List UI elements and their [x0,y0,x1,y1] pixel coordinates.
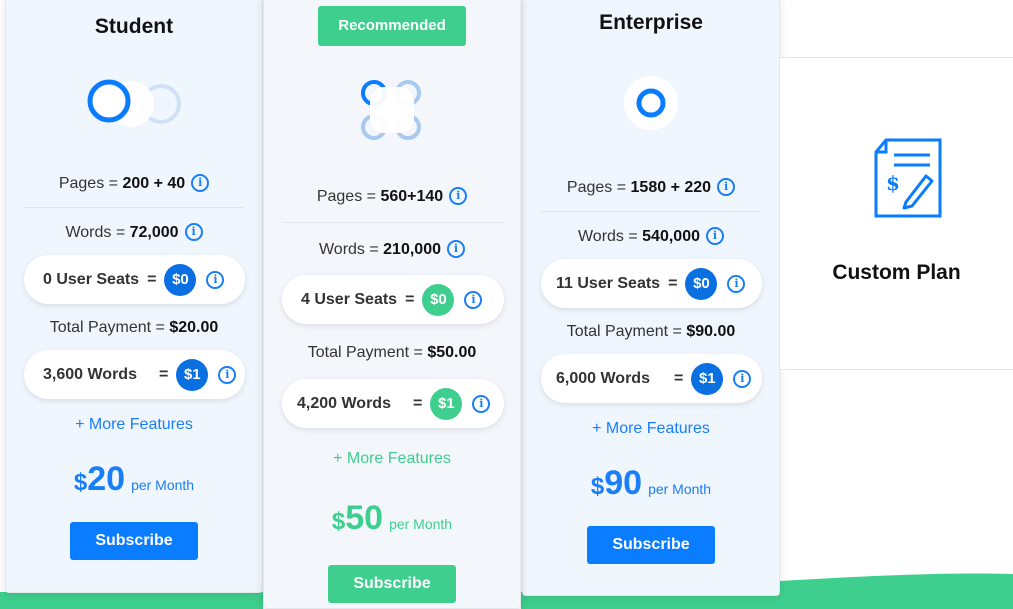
user-seats-label: 11 User Seats [556,274,661,292]
words-row: Words = 540,000 i [523,227,779,246]
words-value: 210,000 [383,241,441,258]
total-payment-row: Total Payment = $50.00 [264,344,520,362]
words-label: Words = [65,224,130,241]
equals-sign: = [405,290,415,308]
words-addon-price-badge: $1 [430,387,463,420]
info-icon[interactable]: i [717,178,736,196]
more-features-link[interactable]: + More Features [523,420,779,438]
info-icon[interactable]: i [449,187,468,205]
price-period: per Month [648,481,712,497]
price-amount: 20 [87,460,126,498]
pages-label: Pages = [566,179,631,196]
user-seats-pill[interactable]: 0 User Seats = $0 i [24,255,245,304]
info-icon[interactable]: i [191,174,210,192]
two-circles-icon [87,79,181,127]
plan-title: Student [94,15,174,38]
currency-symbol: $ [73,469,88,496]
words-row: Words = 72,000 i [6,223,262,242]
words-addon-price-badge: $1 [176,358,209,391]
total-label: Total Payment = [566,323,687,340]
price-period: per Month [131,477,195,493]
info-icon[interactable]: i [706,227,724,245]
divider [541,211,761,212]
price-amount: 90 [604,464,643,502]
pages-row: Pages = 200 + 40 i [6,174,262,193]
info-icon[interactable]: i [727,274,746,293]
total-value: $90.00 [686,323,736,340]
more-features-link[interactable]: + More Features [6,416,262,434]
equals-sign: = [147,270,157,288]
svg-text:$: $ [886,171,900,195]
price-amount: 50 [345,499,384,537]
plan-title: Enterprise [599,11,703,34]
words-addon-label: 3,600 Words [43,365,137,383]
subscribe-button[interactable]: Subscribe [587,526,715,564]
total-label: Total Payment = [307,344,428,361]
divider [24,207,244,208]
info-icon[interactable]: i [472,394,491,413]
words-addon-label: 6,000 Words [556,369,650,387]
words-value: 540,000 [642,228,700,245]
pages-value: 560+140 [380,188,444,205]
seats-price-badge: $0 [685,267,718,300]
plan-card-student: Student Pages = 200 + 40 i Words = 72,000… [5,0,263,593]
equals-sign: = [158,365,169,383]
info-icon[interactable]: i [184,223,203,241]
price-period: per Month [389,516,453,532]
info-icon[interactable]: i [733,369,752,388]
total-payment-row: Total Payment = $20.00 [6,319,262,337]
words-addon-price-badge: $1 [691,362,724,395]
info-icon[interactable]: i [447,240,465,258]
equals-sign: = [673,369,684,387]
info-icon[interactable]: i [206,270,225,289]
pages-value: 200 + 40 [122,175,186,192]
words-addon-pill[interactable]: 6,000 Words = $1 i [541,354,762,403]
currency-symbol: $ [331,508,346,535]
pages-row: Pages = 560+140 i [264,187,520,206]
words-row: Words = 210,000 i [264,240,520,259]
pages-label: Pages = [316,188,381,205]
custom-plan-title: Custom Plan [832,261,961,284]
equals-sign: = [668,274,678,292]
pages-value: 1580 + 220 [630,179,712,196]
pages-row: Pages = 1580 + 220 i [523,178,779,197]
total-label: Total Payment = [49,319,170,336]
words-label: Words = [577,228,643,245]
price: $50 per Month [264,499,520,538]
total-payment-row: Total Payment = $90.00 [523,323,779,341]
price: $20 per Month [6,460,262,499]
seats-price-badge: $0 [164,263,197,296]
plan-card-enterprise: Enterprise Pages = 1580 + 220 i Words = 5… [522,0,780,596]
user-seats-pill[interactable]: 11 User Seats = $0 i [541,259,762,308]
plan-card-recommended: Recommended Pages = 560+140 i Words = 210… [263,0,521,609]
info-icon[interactable]: i [218,365,237,384]
info-icon[interactable]: i [464,290,483,309]
user-seats-label: 4 User Seats [301,290,398,308]
words-addon-pill[interactable]: 4,200 Words = $1 i [282,379,504,428]
equals-sign: = [412,394,423,412]
user-seats-label: 0 User Seats [43,270,140,288]
words-addon-pill[interactable]: 3,600 Words = $1 i [24,350,245,399]
currency-symbol: $ [590,473,605,500]
document-pen-dollar-icon: $ [874,138,942,218]
pages-label: Pages = [58,175,123,192]
divider [282,222,504,223]
more-features-link[interactable]: + More Features [264,450,520,468]
four-circles-icon [361,80,421,140]
plan-card-custom[interactable]: $ Custom Plan [780,57,1013,370]
total-value: $50.00 [427,344,477,361]
seats-price-badge: $0 [422,283,455,316]
words-addon-label: 4,200 Words [297,394,391,412]
user-seats-pill[interactable]: 4 User Seats = $0 i [282,275,504,324]
price: $90 per Month [523,464,779,503]
subscribe-button[interactable]: Subscribe [70,522,198,560]
words-value: 72,000 [129,224,179,241]
single-circle-icon [624,76,678,130]
subscribe-button[interactable]: Subscribe [328,565,456,603]
words-label: Words = [318,241,384,258]
recommended-badge: Recommended [318,6,466,46]
total-value: $20.00 [169,319,219,336]
